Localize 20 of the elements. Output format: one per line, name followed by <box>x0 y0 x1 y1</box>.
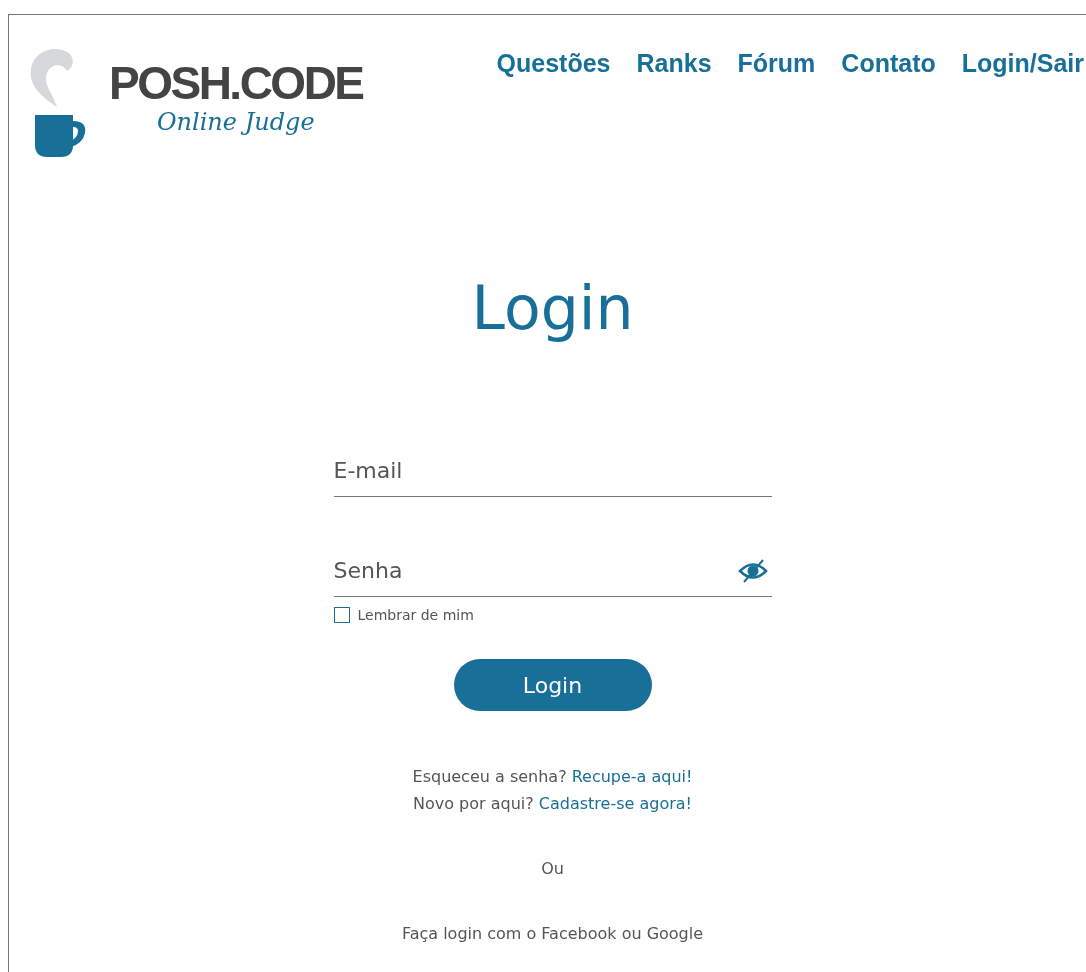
nav-link[interactable]: Login/Sair <box>961 49 1084 155</box>
nav-link[interactable]: Contato <box>841 49 936 155</box>
eye-slash-icon[interactable] <box>737 559 768 583</box>
nav-link[interactable]: Fórum <box>737 49 816 155</box>
help-text: Esqueceu a senha? Recupe-a aqui! <box>412 767 693 786</box>
help-link[interactable]: Cadastre-se agora! <box>538 794 692 813</box>
remember-checkbox[interactable] <box>333 607 350 623</box>
remember-label: Lembrar de mim <box>357 607 474 623</box>
password-field[interactable]: Senha <box>333 545 772 597</box>
help-link[interactable]: Recupe-a aqui! <box>571 767 693 786</box>
nav-link[interactable]: Questões <box>496 49 611 155</box>
login-button[interactable]: Login <box>453 659 652 711</box>
social-login-text: Faça login com o Facebook ou Google <box>401 924 704 943</box>
email-field[interactable]: E-mail <box>333 445 772 497</box>
separator-text: Ou <box>541 859 564 878</box>
logo-tagline: Online Judge <box>156 107 315 137</box>
nav-link[interactable]: Ranks <box>636 49 712 155</box>
logo-wordmark: POSH.CODE <box>109 59 363 107</box>
help-text: Novo por aqui? Cadastre-se agora! <box>413 794 692 813</box>
page-title: Login <box>471 273 634 343</box>
